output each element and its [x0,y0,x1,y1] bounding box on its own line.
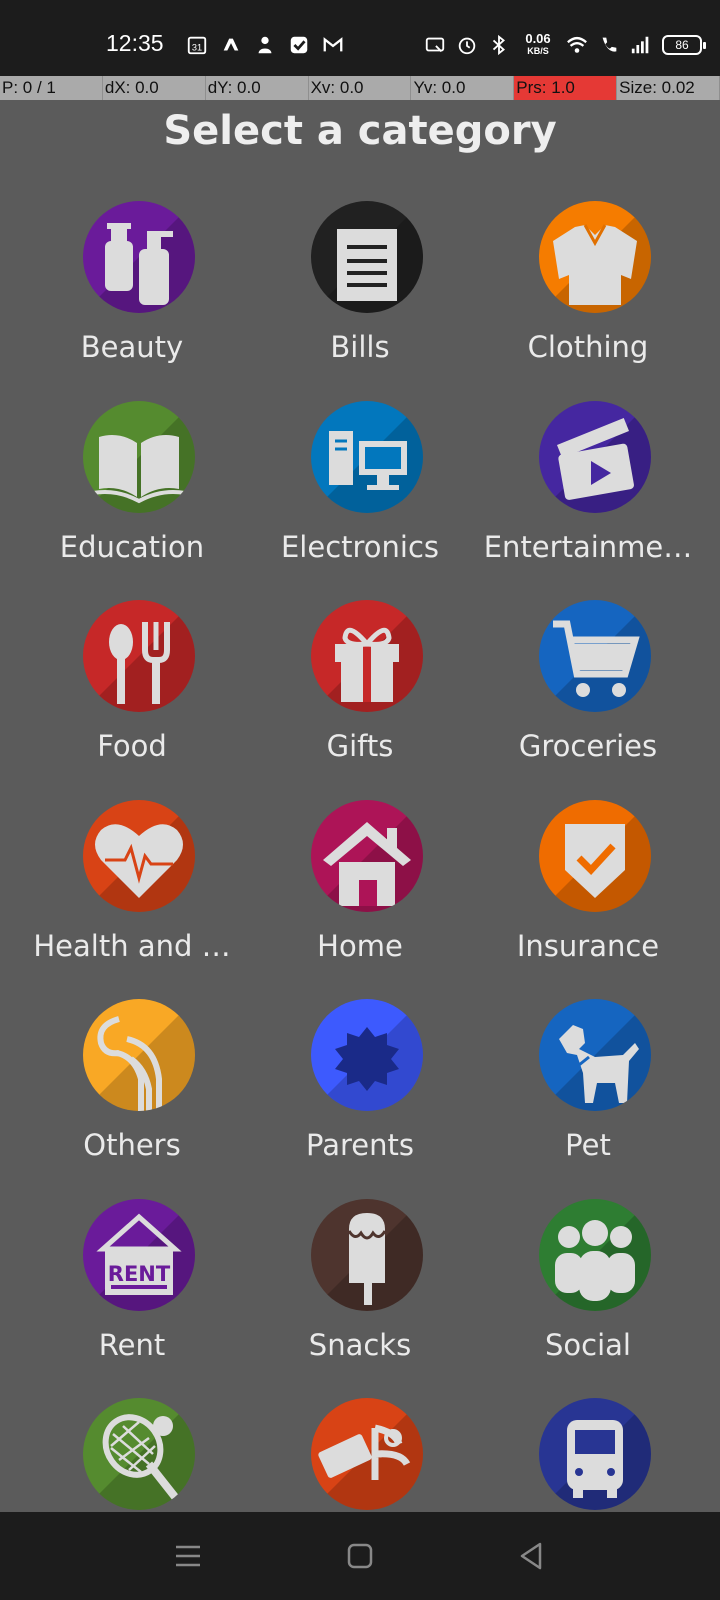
category-transport[interactable] [468,1395,708,1512]
category-label: Entertainme… [483,529,693,564]
category-home[interactable]: Home [240,797,480,1000]
wifi-icon [567,36,587,53]
category-groceries[interactable]: Groceries [468,597,708,800]
category-education[interactable]: Education [12,398,252,601]
beauty-icon [83,201,195,313]
category-electronics[interactable]: Electronics [240,398,480,601]
person-icon [258,36,272,54]
transport-icon [539,1398,651,1510]
health-icon [83,799,195,912]
network-speed: 0.06 KB/S [525,31,551,56]
clothing-icon [539,201,651,313]
category-pet[interactable]: Pet [468,996,708,1199]
home-square-icon[interactable] [340,1536,380,1576]
category-label: Others [83,1128,181,1162]
pointer-pressure: Prs: 1.0 [514,76,618,100]
rent-icon: RENT [83,1198,195,1311]
category-health[interactable]: Health and … [12,797,252,1000]
category-label: Food [97,729,167,763]
app-icon [223,38,239,51]
back-icon[interactable] [512,1536,552,1576]
menu-icon[interactable] [168,1536,208,1576]
parents-icon [311,999,423,1111]
pointer-location-overlay: P: 0 / 1 dX: 0.0 dY: 0.0 Xv: 0.0 Yv: 0.0… [0,76,720,100]
pointer-xv: Xv: 0.0 [309,76,412,100]
pointer-count: P: 0 / 1 [0,76,103,100]
pointer-dx: dX: 0.0 [103,76,206,100]
category-entertainment[interactable]: Entertainme… [468,398,708,601]
category-clothing[interactable]: Clothing [468,198,708,401]
tools-icon [311,1398,423,1510]
pointer-size: Size: 0.02 [617,76,720,100]
category-grid: Beauty Bills Clothing Education Electron… [0,198,720,1512]
status-bar: 12:35 31 0.06 KB/S 86 [0,0,720,76]
education-icon [83,400,195,513]
category-label: Pet [565,1128,611,1162]
insurance-icon [539,799,651,912]
category-rent[interactable]: RENT Rent [12,1196,252,1399]
food-icon [83,600,195,712]
category-tools[interactable] [240,1395,480,1512]
bills-icon [311,201,423,313]
svg-text:RENT: RENT [108,1262,171,1286]
pointer-yv: Yv: 0.0 [411,76,515,100]
category-food[interactable]: Food [12,597,252,800]
pointer-dy: dY: 0.0 [206,76,309,100]
call-icon [602,37,617,52]
bluetooth-icon [492,34,505,56]
category-snacks[interactable]: Snacks [240,1196,480,1399]
category-label: Education [59,529,205,564]
social-icon [539,1198,651,1311]
entertainment-icon [539,400,651,513]
sports-icon [83,1398,195,1510]
category-label: Rent [98,1327,166,1362]
category-label: Bills [330,330,390,364]
category-label: Insurance [516,928,660,963]
category-gifts[interactable]: Gifts [240,597,480,800]
electronics-icon [311,400,423,513]
pet-icon [539,999,651,1111]
calendar-icon: 31 [187,36,207,55]
navigation-bar [0,1512,720,1600]
category-label: Electronics [280,529,440,564]
category-others[interactable]: Others [12,996,252,1199]
category-label: Social [545,1327,631,1362]
category-parents[interactable]: Parents [240,996,480,1199]
groceries-icon [539,600,651,712]
category-label: Groceries [518,729,658,763]
snacks-icon [311,1198,423,1311]
category-label: Health and … [33,928,231,963]
category-label: Parents [306,1128,414,1162]
alarm-icon [458,37,476,55]
svg-text:31: 31 [192,43,202,53]
category-bills[interactable]: Bills [240,198,480,401]
category-label: Beauty [80,330,184,364]
others-icon [83,999,195,1111]
category-sports[interactable] [12,1395,252,1512]
category-beauty[interactable]: Beauty [12,198,252,401]
category-label: Clothing [527,330,649,364]
category-social[interactable]: Social [468,1196,708,1399]
cast-icon [425,37,445,53]
gifts-icon [311,600,423,712]
page-title: Select a category [163,108,557,154]
signal-icon [631,36,649,54]
gmail-icon [323,37,343,52]
check-icon [290,36,308,54]
category-label: Snacks [308,1327,412,1362]
screen: 12:35 31 0.06 KB/S 86 P: 0 / 1 dX: 0.0 dY… [0,0,720,1600]
battery-indicator: 86 [662,35,706,55]
notification-icons: 31 [186,34,344,56]
home-icon [311,799,423,912]
clock: 12:35 [106,30,164,56]
category-label: Home [317,928,403,963]
category-label: Gifts [326,729,394,763]
system-icons: 0.06 KB/S 86 [424,31,706,57]
category-insurance[interactable]: Insurance [468,797,708,1000]
